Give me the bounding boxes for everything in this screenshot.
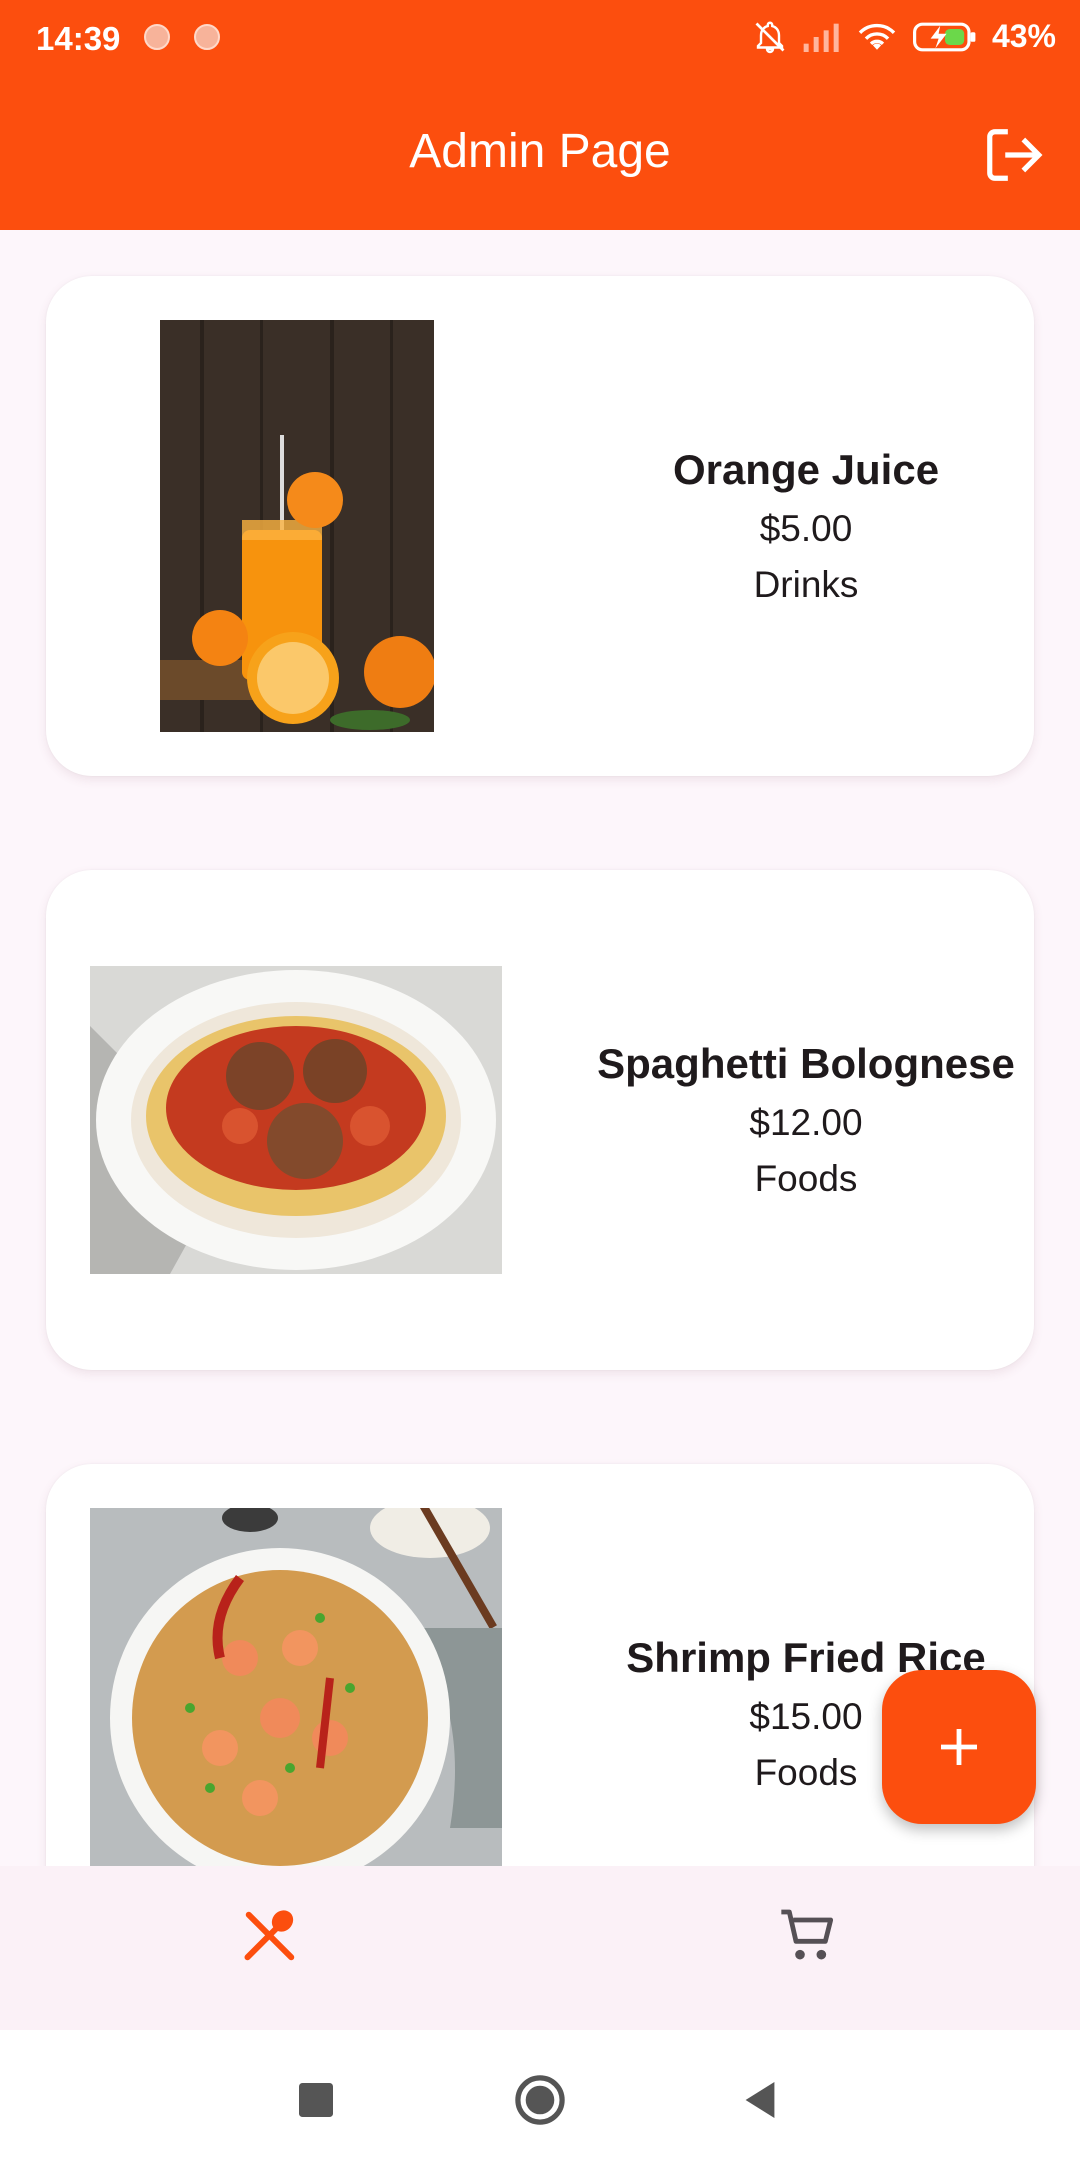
orange-juice-photo bbox=[160, 320, 434, 732]
status-bar: 14:39 43% bbox=[0, 0, 1080, 76]
notification-dot-icon bbox=[194, 24, 220, 50]
menu-item-info: Orange Juice $5.00 Drinks bbox=[546, 276, 1066, 776]
nav-cart-tab[interactable] bbox=[768, 1896, 848, 1976]
logout-button[interactable] bbox=[982, 124, 1044, 186]
back-triangle-icon bbox=[745, 2082, 775, 2118]
item-category: Drinks bbox=[753, 564, 859, 605]
plus-icon bbox=[941, 1729, 977, 1765]
item-price: $15.00 bbox=[749, 1696, 863, 1737]
nav-menu-tab[interactable] bbox=[230, 1896, 310, 1976]
item-category: Foods bbox=[754, 1752, 858, 1793]
logout-icon bbox=[987, 129, 1043, 181]
spaghetti-photo bbox=[90, 966, 502, 1274]
menu-item-card[interactable]: Orange Juice $5.00 Drinks bbox=[46, 276, 1034, 776]
back-button[interactable] bbox=[730, 2070, 790, 2130]
add-item-button[interactable] bbox=[882, 1670, 1036, 1824]
item-price: $12.00 bbox=[749, 1102, 863, 1143]
wifi-icon bbox=[858, 23, 896, 50]
square-icon bbox=[299, 2083, 333, 2117]
battery-percent: 43% bbox=[991, 18, 1056, 54]
notifications-off-icon bbox=[755, 21, 785, 53]
notification-dot-icon bbox=[144, 24, 170, 50]
fried-rice-photo bbox=[90, 1508, 502, 1866]
cart-icon bbox=[781, 1909, 834, 1960]
circle-icon bbox=[515, 2075, 565, 2125]
menu-item-card[interactable]: Shrimp Fried Rice $15.00 Foods bbox=[46, 1464, 1034, 1866]
menu-item-info: Spaghetti Bolognese $12.00 Foods bbox=[546, 870, 1066, 1370]
restaurant-icon bbox=[244, 1910, 295, 1961]
app-bar: Admin Page bbox=[0, 76, 1080, 230]
status-time: 14:39 bbox=[36, 20, 121, 57]
home-button[interactable] bbox=[510, 2070, 570, 2130]
battery-charging-icon bbox=[912, 22, 976, 51]
item-category: Foods bbox=[754, 1158, 858, 1199]
system-navigation-bar bbox=[0, 2030, 1080, 2160]
signal-icon bbox=[803, 23, 839, 52]
page-title: Admin Page bbox=[409, 125, 671, 178]
item-price: $5.00 bbox=[759, 508, 853, 549]
menu-item-list[interactable]: Orange Juice $5.00 Drinks Spaghetti Bolo… bbox=[0, 230, 1080, 1866]
bottom-navigation bbox=[0, 1866, 1080, 2030]
item-name: Orange Juice bbox=[672, 446, 940, 493]
menu-item-card[interactable]: Spaghetti Bolognese $12.00 Foods bbox=[46, 870, 1034, 1370]
recents-button[interactable] bbox=[286, 2070, 346, 2130]
item-name: Spaghetti Bolognese bbox=[597, 1040, 1015, 1087]
